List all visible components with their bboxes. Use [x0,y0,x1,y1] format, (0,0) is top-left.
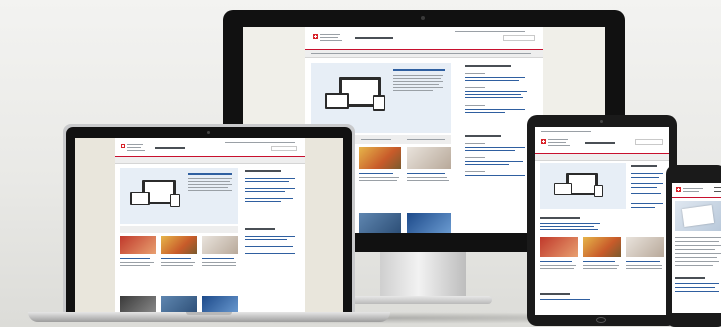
search-input[interactable] [635,139,663,145]
teaser-image[interactable] [359,213,401,233]
laptop-notch [186,312,232,315]
hero-banner [311,63,451,133]
tablet-home-button[interactable] [596,317,606,323]
teaser-image[interactable] [202,236,238,254]
hero-banner [540,163,626,209]
tablet-camera [600,120,603,123]
monitor-stand-neck [380,252,466,300]
teaser-image[interactable] [120,236,156,254]
swiss-cross-icon [313,34,318,39]
search-input[interactable] [503,35,535,41]
devices-scene [0,0,721,327]
swiss-cross-icon [676,187,681,192]
teaser-image[interactable] [626,237,664,257]
site-header [305,27,543,50]
menu-icon[interactable] [714,187,721,192]
main-navigation[interactable] [115,157,305,164]
teaser-image[interactable] [407,147,451,169]
tablet [527,115,677,326]
sidebar [631,163,665,243]
sidebar [245,168,301,288]
laptop-screen [75,138,343,314]
site-header [115,138,305,157]
teaser-image[interactable] [540,237,578,257]
laptop-lid [63,124,355,314]
teaser-image[interactable] [359,147,401,169]
site-header [535,127,669,154]
main-navigation[interactable] [305,50,543,58]
site-header [672,183,721,198]
teaser-tabs[interactable] [120,226,238,233]
teaser-image[interactable] [161,236,197,254]
main-navigation[interactable] [535,154,669,161]
hero-banner [675,201,721,231]
smartphone [666,165,721,327]
laptop-camera [207,131,210,134]
teaser-image[interactable] [583,237,621,257]
swiss-cross-icon [541,139,546,144]
monitor-camera [421,16,425,20]
tablet-screen [535,127,669,315]
hero-banner [120,168,238,224]
phone-screen [672,183,721,313]
swiss-cross-icon [121,144,125,148]
search-input[interactable] [271,146,297,151]
teaser-image[interactable] [407,213,451,233]
monitor-stand-base [352,296,492,304]
page-canvas [115,138,305,314]
